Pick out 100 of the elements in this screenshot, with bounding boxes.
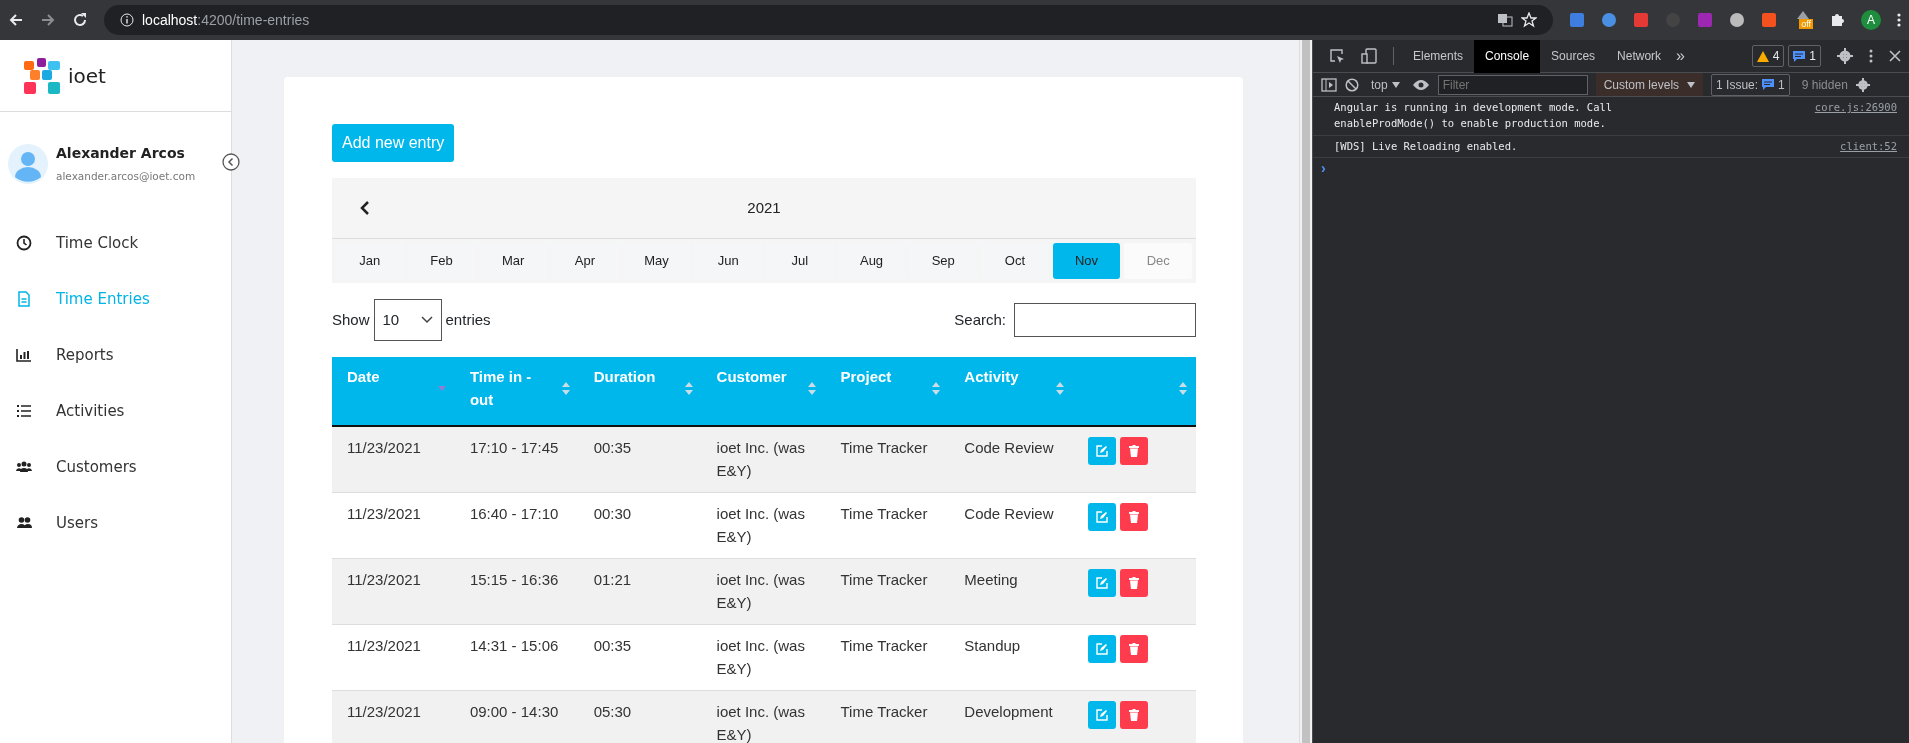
trash-icon (1129, 511, 1140, 523)
table-cell: 00:35 (578, 624, 702, 691)
context-select[interactable]: top (1367, 75, 1404, 94)
table-cell: Meeting (949, 558, 1074, 625)
table-cell: Time Tracker (825, 492, 950, 559)
bar-chart-icon (16, 346, 32, 363)
devtools-tab[interactable]: Elements (1402, 39, 1475, 73)
console-message: [WDS] Live Reloading enabled. (1334, 138, 1519, 154)
entries-label: entries (445, 309, 491, 330)
eye-icon[interactable] (1411, 78, 1430, 91)
address-bar[interactable]: localhost:4200/time-entries (104, 5, 1554, 35)
edit-icon (1096, 643, 1109, 655)
edit-button[interactable] (1088, 635, 1117, 663)
source-link[interactable]: core.js:26900 (1814, 100, 1897, 132)
table-cell: ioet Inc. (was E&Y) (701, 558, 826, 625)
nav-item[interactable]: Time Clock (0, 214, 231, 271)
more-icon[interactable] (1869, 49, 1873, 63)
nav-item[interactable]: Customers (0, 438, 231, 495)
table-cell: 14:31 - 15:06 (454, 624, 579, 691)
messages-badge[interactable]: 1 (1788, 45, 1821, 67)
url-text: :4200/time-entries (197, 12, 310, 28)
user-email: alexander.arcos@ioet.com (56, 169, 196, 184)
previous-icon[interactable] (360, 200, 370, 216)
dropdown-icon (1391, 81, 1400, 88)
devtools-tab[interactable]: Sources (1540, 39, 1607, 73)
edit-button[interactable] (1088, 701, 1117, 729)
back-icon[interactable] (8, 12, 24, 28)
collapse-icon[interactable] (222, 153, 240, 171)
delete-button[interactable] (1120, 635, 1149, 663)
table-cell: 11/23/2021 (332, 426, 455, 493)
delete-button[interactable] (1120, 569, 1149, 597)
table-cell: 00:30 (578, 492, 702, 559)
nav-item[interactable]: Activities (0, 382, 231, 439)
edit-button[interactable] (1088, 503, 1117, 531)
hidden-count: 9 hidden (1801, 76, 1848, 94)
table-cell: Development (949, 690, 1074, 743)
devtools-tab[interactable]: Console (1474, 39, 1541, 73)
year-label: 2021 (747, 197, 781, 218)
list-icon (16, 402, 32, 419)
console-prompt[interactable]: › (1321, 160, 1326, 177)
translate-icon[interactable] (1497, 12, 1514, 28)
devtools-tab[interactable]: Network (1606, 39, 1673, 73)
log-levels-select[interactable]: Custom levels (1595, 73, 1704, 96)
clear-icon[interactable] (1345, 77, 1359, 92)
table-cell: ioet Inc. (was E&Y) (701, 426, 826, 493)
message-icon (1762, 79, 1775, 90)
nav-item[interactable]: Reports (0, 326, 231, 383)
delete-button[interactable] (1120, 503, 1149, 531)
table-cell: 15:15 - 16:36 (454, 558, 579, 625)
month-button[interactable]: Nov (1052, 243, 1121, 279)
extension-badge: off (1799, 19, 1813, 29)
scrollbar-thumb[interactable] (1302, 40, 1310, 743)
table-cell: Standup (949, 624, 1074, 691)
issues-button[interactable]: 1 Issue: 1 (1711, 73, 1790, 96)
sidebar-toggle-icon[interactable] (1321, 77, 1337, 92)
filter-field[interactable]: Filter (1437, 74, 1588, 95)
delete-button[interactable] (1120, 437, 1149, 465)
extension-icon[interactable] (1569, 12, 1586, 28)
forward-icon[interactable] (40, 12, 56, 28)
trash-icon (1129, 709, 1140, 721)
nav-item[interactable]: Users (0, 494, 231, 551)
chevron-down-icon (420, 316, 433, 324)
extension-icon[interactable] (1761, 12, 1778, 28)
logo-text: ioet (68, 62, 106, 90)
star-icon[interactable] (1521, 12, 1538, 28)
edit-icon (1096, 511, 1109, 523)
table-cell: 11/23/2021 (332, 492, 455, 559)
console-message: Angular is running in development mode. Call enableProdMode() to enable production mode. (1334, 100, 1614, 131)
warnings-badge[interactable]: 4 (1751, 45, 1785, 67)
extension-icon[interactable] (1796, 11, 1811, 19)
table-cell: ioet Inc. (was E&Y) (701, 492, 826, 559)
inspect-icon[interactable] (1329, 48, 1345, 64)
search-field[interactable] (1014, 303, 1196, 337)
table-cell: Time Tracker (825, 426, 950, 493)
table-cell: 16:40 - 17:10 (454, 492, 579, 559)
table-cell: 09:00 - 14:30 (454, 690, 579, 743)
trash-icon (1129, 445, 1140, 457)
table-cell: 11/23/2021 (332, 624, 455, 691)
puzzle-icon[interactable] (1829, 12, 1845, 28)
user-name: Alexander Arcos (56, 144, 186, 163)
source-link[interactable]: client:52 (1840, 138, 1897, 155)
edit-button[interactable] (1088, 437, 1117, 465)
more-tabs-button[interactable]: » (1676, 44, 1685, 68)
users-icon (16, 514, 32, 531)
reload-icon[interactable] (72, 12, 88, 28)
device-icon[interactable] (1361, 48, 1377, 64)
delete-button[interactable] (1120, 701, 1149, 729)
extension-icon[interactable] (1633, 12, 1650, 28)
table-cell: ioet Inc. (was E&Y) (701, 690, 826, 743)
table-cell: 00:35 (578, 426, 702, 493)
table-cell: Time Tracker (825, 624, 950, 691)
show-label: Show (332, 309, 370, 330)
extension-icon[interactable] (1601, 12, 1618, 28)
extension-icon[interactable] (1729, 12, 1746, 28)
page-size-select[interactable]: 10 (373, 299, 442, 341)
edit-icon (1096, 709, 1109, 721)
close-icon[interactable] (1889, 50, 1901, 62)
more-icon[interactable] (1897, 12, 1901, 28)
edit-button[interactable] (1088, 569, 1117, 597)
profile-avatar[interactable]: A (1861, 10, 1881, 30)
